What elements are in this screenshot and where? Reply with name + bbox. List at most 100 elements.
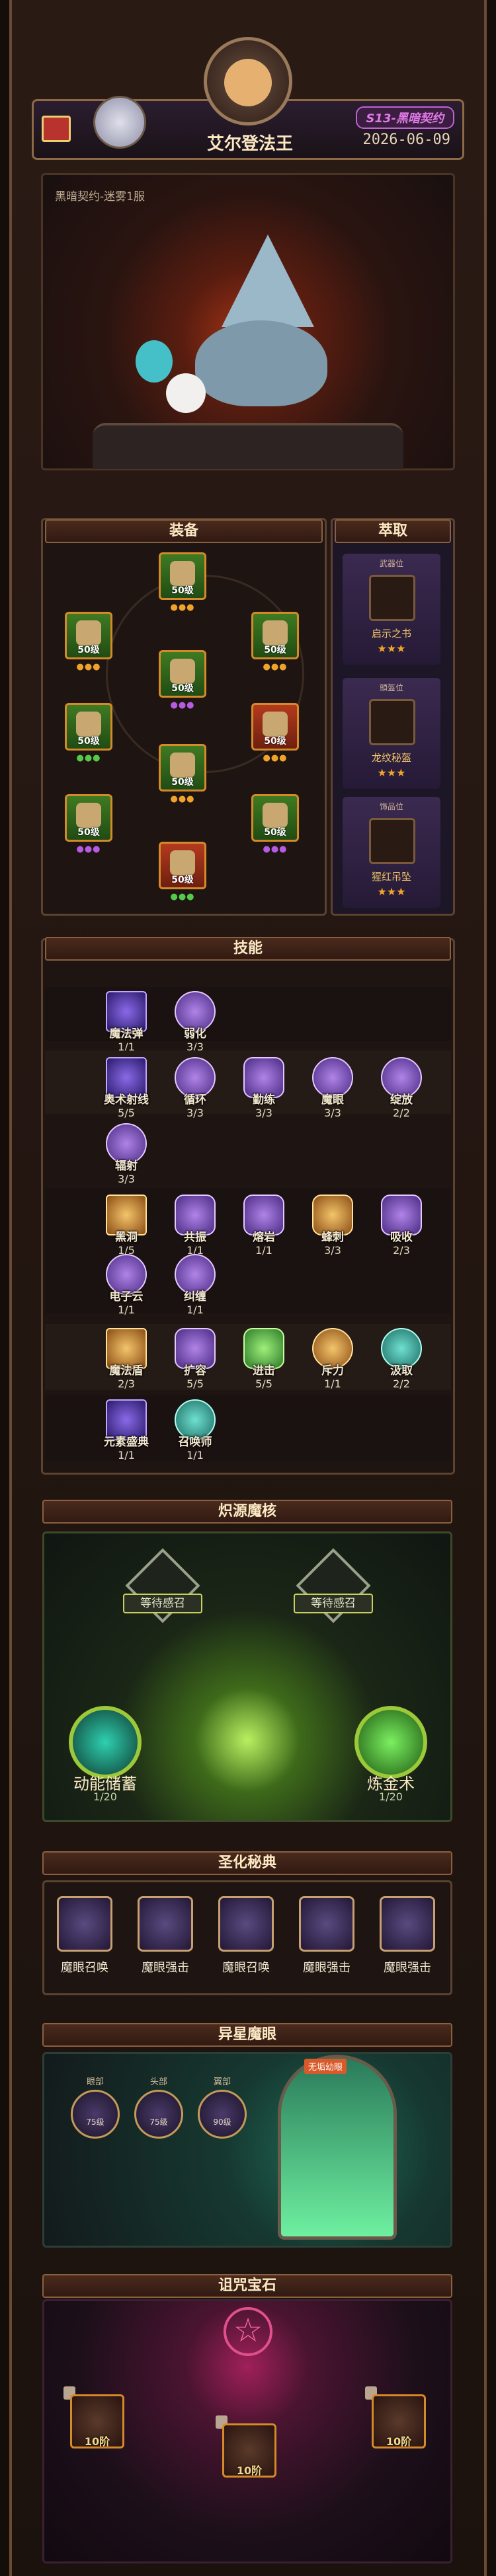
gauntlet-icon: [76, 712, 101, 737]
gem-slot[interactable]: 10阶: [220, 2423, 279, 2478]
capture-name: 龙纹秘盔: [371, 752, 411, 764]
balloon-icon: [136, 340, 173, 383]
capture-card[interactable]: 饰品位 猩红吊坠 ★★★: [343, 797, 440, 908]
skill-count: 5/5: [118, 1107, 135, 1119]
skill-item[interactable]: 汲取 2/2: [372, 1328, 431, 1390]
skill-item[interactable]: 斥力 1/1: [303, 1328, 362, 1390]
equip-level: 50级: [264, 645, 286, 655]
skill-name: 魔眼: [321, 1093, 344, 1107]
skill-name: 电子云: [109, 1290, 144, 1304]
skill-item[interactable]: 奥术射线 5/5: [97, 1057, 156, 1119]
equip-level: 50级: [77, 645, 100, 655]
eye-slot[interactable]: 翼部 90级: [196, 2075, 249, 2139]
wing-part-icon: [198, 2090, 247, 2139]
skill-name: 熔岩: [253, 1231, 275, 1244]
skill-item[interactable]: 弱化 3/3: [165, 991, 225, 1053]
relic-item[interactable]: 魔眼强击: [376, 1896, 439, 1975]
eye-slot-label: 翼部: [213, 2077, 231, 2087]
capture-card[interactable]: 頭盔位 龙纹秘盔 ★★★: [343, 678, 440, 789]
eye-title: 异星魔眼: [42, 2023, 452, 2047]
eye-incubator-tube[interactable]: [278, 2055, 397, 2240]
skill-item[interactable]: 扩容 5/5: [165, 1328, 225, 1390]
skill-item[interactable]: 进击 5/5: [234, 1328, 294, 1390]
relic-name: 魔眼召唤: [222, 1961, 270, 1975]
equip-stars: ●●●: [76, 753, 101, 763]
equip-slot-gauntlet[interactable]: 50级: [65, 703, 112, 751]
relic-item[interactable]: 魔眼强击: [295, 1896, 358, 1975]
tome-icon: [263, 803, 288, 828]
equip-level: 50级: [171, 875, 194, 885]
skill-item[interactable]: 辐射 3/3: [97, 1123, 156, 1185]
equip-slot-staff[interactable]: 50级: [65, 794, 112, 842]
equip-level: 50级: [264, 736, 286, 747]
gem-slot[interactable]: 10阶: [67, 2394, 127, 2448]
capture-card[interactable]: 武器位 启示之书 ★★★: [343, 554, 440, 665]
relic-item[interactable]: 魔眼召唤: [214, 1896, 278, 1975]
skill-name: 黑洞: [115, 1231, 138, 1244]
kinetic-storage-orb[interactable]: [69, 1706, 142, 1779]
equip-slot-armor[interactable]: 50级: [159, 650, 206, 698]
relic-icon: [57, 1896, 112, 1952]
eye-slot[interactable]: 头部 75级: [132, 2075, 185, 2139]
skill-count: 1/1: [118, 1449, 135, 1461]
gem-level: 10阶: [386, 2435, 412, 2448]
skill-item[interactable]: 魔法盾 2/3: [97, 1328, 156, 1390]
skill-item[interactable]: 蜂刺 3/3: [303, 1195, 362, 1257]
wait-label: 等待感召: [123, 1594, 202, 1613]
skill-item[interactable]: 吸收 2/3: [372, 1195, 431, 1257]
skill-item[interactable]: 电子云 1/1: [97, 1254, 156, 1316]
hat-icon: [170, 561, 195, 586]
equip-slot-ring[interactable]: 50级: [251, 612, 299, 659]
equip-level: 50级: [171, 585, 194, 596]
skill-item[interactable]: 魔眼 3/3: [303, 1057, 362, 1119]
equip-level: 50级: [77, 827, 100, 838]
skill-item[interactable]: 共振 1/1: [165, 1195, 225, 1257]
skill-item[interactable]: 元素盛典 1/1: [97, 1399, 156, 1461]
skill-name: 共振: [184, 1231, 206, 1244]
skill-item[interactable]: 勤练 3/3: [234, 1057, 294, 1119]
skill-item[interactable]: 熔岩 1/1: [234, 1195, 294, 1257]
skill-item[interactable]: 黑洞 1/5: [97, 1195, 156, 1257]
skill-item[interactable]: 召唤师 1/1: [165, 1399, 225, 1461]
eye-slot-level: 75级: [86, 2117, 104, 2127]
equip-slot-hat[interactable]: 50级: [159, 552, 206, 600]
eye-slot[interactable]: 眼部 75级: [69, 2075, 122, 2139]
equip-level: 50级: [77, 736, 100, 747]
crest-emblem: [204, 37, 292, 126]
gem-slot[interactable]: 10阶: [369, 2394, 429, 2448]
eye-slot-level: 90级: [213, 2117, 231, 2127]
relic-name: 魔眼强击: [384, 1961, 431, 1975]
relic-item[interactable]: 魔眼召唤: [53, 1896, 116, 1975]
core-slot-locked[interactable]: 等待感召: [123, 1548, 202, 1625]
book-icon: [369, 575, 415, 621]
skill-count: 3/3: [255, 1107, 272, 1119]
ring-icon: [263, 620, 288, 645]
skill-count: 3/3: [324, 1107, 341, 1119]
skill-count: 1/1: [324, 1378, 341, 1390]
relic-icon: [138, 1896, 193, 1952]
equip-slot-book[interactable]: 50级: [65, 612, 112, 659]
skill-name: 吸收: [390, 1231, 413, 1244]
staff-icon: [76, 803, 101, 828]
skill-name: 循环: [184, 1093, 206, 1107]
equip-slot-belt[interactable]: 50级: [159, 744, 206, 791]
skill-item[interactable]: 循环 3/3: [165, 1057, 225, 1119]
skill-name: 召唤师: [178, 1436, 212, 1449]
equip-stars: ●●●: [170, 603, 195, 612]
equip-slot-boots[interactable]: 50级: [159, 842, 206, 889]
skill-count: 1/1: [186, 1304, 204, 1316]
skill-item[interactable]: 纠缠 1/1: [165, 1254, 225, 1316]
skill-item[interactable]: 绽放 2/2: [372, 1057, 431, 1119]
skill-name: 进击: [253, 1364, 275, 1378]
skill-item[interactable]: 魔法弹 1/1: [97, 991, 156, 1053]
skill-name: 扩容: [184, 1364, 206, 1378]
book-icon: [76, 620, 101, 645]
core-slot-locked[interactable]: 等待感召: [294, 1548, 373, 1625]
equip-slot-tome[interactable]: 50级: [251, 794, 299, 842]
relic-item[interactable]: 魔眼强击: [134, 1896, 197, 1975]
equip-slot-amulet[interactable]: 50级: [251, 703, 299, 751]
alchemy-orb[interactable]: [354, 1706, 427, 1779]
skill-count: 5/5: [255, 1378, 272, 1390]
capture-stars: ★★★: [377, 766, 406, 779]
skill-name: 奥术射线: [104, 1093, 149, 1107]
